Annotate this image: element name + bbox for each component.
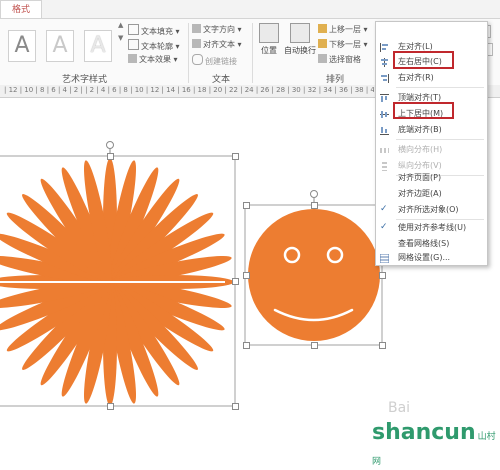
align-bottom-icon	[380, 125, 389, 135]
bring-forward-button[interactable]: 上移一层 ▾	[318, 24, 368, 35]
wordart-gallery-down[interactable]: ▼	[118, 34, 123, 42]
wordart-gallery-up[interactable]: ▲	[118, 21, 123, 29]
smiley-rotate-handle[interactable]	[310, 190, 318, 198]
send-backward-button[interactable]: 下移一层 ▾	[318, 39, 368, 50]
align-middle-icon	[380, 109, 389, 118]
watermark-logo-text: Bai	[388, 400, 411, 416]
position-icon	[259, 23, 279, 43]
wrap-text-button[interactable]: 自动换行	[283, 23, 317, 56]
resize-handle[interactable]	[243, 342, 250, 349]
wrap-text-icon	[290, 23, 310, 43]
align-left-icon	[380, 42, 389, 52]
wordart-style-light[interactable]: A	[46, 30, 74, 62]
tab-format[interactable]: 格式	[0, 0, 42, 19]
send-backward-icon	[318, 39, 327, 48]
smiley-right-eye	[326, 246, 344, 264]
wordart-group-label: 艺术字样式	[62, 75, 108, 85]
resize-handle[interactable]	[243, 202, 250, 209]
sunburst-rotate-handle[interactable]	[106, 141, 114, 149]
sunburst-shape[interactable]	[0, 158, 234, 406]
text-effects-icon	[128, 54, 137, 63]
text-outline-icon	[128, 39, 139, 50]
link-icon	[192, 54, 203, 65]
resize-handle[interactable]	[379, 272, 386, 279]
resize-handle[interactable]	[107, 153, 114, 160]
ruler-ticks: | 12 | 10 | 8 | 6 | 4 | 2 | | 2 | 4 | 6 …	[4, 86, 374, 94]
group-separator	[188, 23, 189, 83]
distribute-horizontal-icon	[380, 145, 389, 154]
menu-item-align-bottom[interactable]: 底端对齐(B)	[376, 122, 487, 137]
menu-item-align-page[interactable]: 对齐页面(P)	[376, 170, 487, 185]
text-direction-icon	[192, 24, 201, 33]
menu-separator	[396, 139, 484, 140]
resize-handle[interactable]	[243, 272, 250, 279]
grid-settings-icon	[379, 253, 390, 264]
highlight-align-center	[393, 51, 454, 69]
menu-item-align-selected[interactable]: ✓ 对齐所选对象(O)	[376, 202, 487, 217]
bring-forward-icon	[318, 24, 327, 33]
text-effects-button[interactable]: 文本效果 ▾	[128, 54, 178, 65]
menu-item-grid-settings[interactable]: 网格设置(G)...	[376, 250, 487, 265]
menu-item-align-right[interactable]: 右对齐(R)	[376, 70, 487, 85]
group-separator	[252, 23, 253, 83]
resize-handle[interactable]	[232, 153, 239, 160]
text-group-label: 文本	[212, 75, 231, 85]
align-text-icon	[192, 39, 201, 48]
text-outline-button[interactable]: 文本轮廓 ▾	[128, 39, 180, 52]
align-right-icon	[380, 73, 389, 83]
menu-item-align-margin[interactable]: 对齐边距(A)	[376, 186, 487, 201]
wordart-style-outline[interactable]: A	[84, 30, 112, 62]
menu-separator	[396, 87, 484, 88]
selection-pane-icon	[318, 54, 327, 63]
position-button[interactable]: 位置	[254, 23, 284, 56]
check-icon: ✓	[380, 222, 388, 232]
resize-handle[interactable]	[311, 342, 318, 349]
resize-handle[interactable]	[232, 403, 239, 410]
smiley-left-eye	[283, 246, 301, 264]
selection-pane-button[interactable]: 选择窗格	[318, 54, 361, 65]
resize-handle[interactable]	[232, 278, 239, 285]
resize-handle[interactable]	[311, 202, 318, 209]
wordart-style-plain[interactable]: A	[8, 30, 36, 62]
align-center-icon	[380, 57, 389, 67]
resize-handle[interactable]	[379, 342, 386, 349]
check-icon: ✓	[380, 204, 388, 214]
watermark: shancun 山村网	[372, 420, 496, 467]
menu-item-use-guides[interactable]: ✓ 使用对齐参考线(U)	[376, 220, 487, 235]
create-link-button[interactable]: 创建链接	[192, 54, 237, 67]
menu-item-distribute-horizontal: 横向分布(H)	[376, 142, 487, 157]
arrange-group-label: 排列	[326, 75, 345, 85]
text-fill-icon	[128, 24, 139, 35]
text-direction-button[interactable]: 文字方向 ▾	[192, 24, 242, 35]
resize-handle[interactable]	[107, 403, 114, 410]
highlight-align-middle	[393, 102, 454, 119]
distribute-vertical-icon	[380, 161, 389, 171]
text-fill-button[interactable]: 文本填充 ▾	[128, 24, 180, 37]
align-top-icon	[380, 93, 389, 102]
align-text-button[interactable]: 对齐文本 ▾	[192, 39, 242, 50]
menu-item-view-gridlines[interactable]: 查看网格线(S)	[376, 236, 487, 251]
